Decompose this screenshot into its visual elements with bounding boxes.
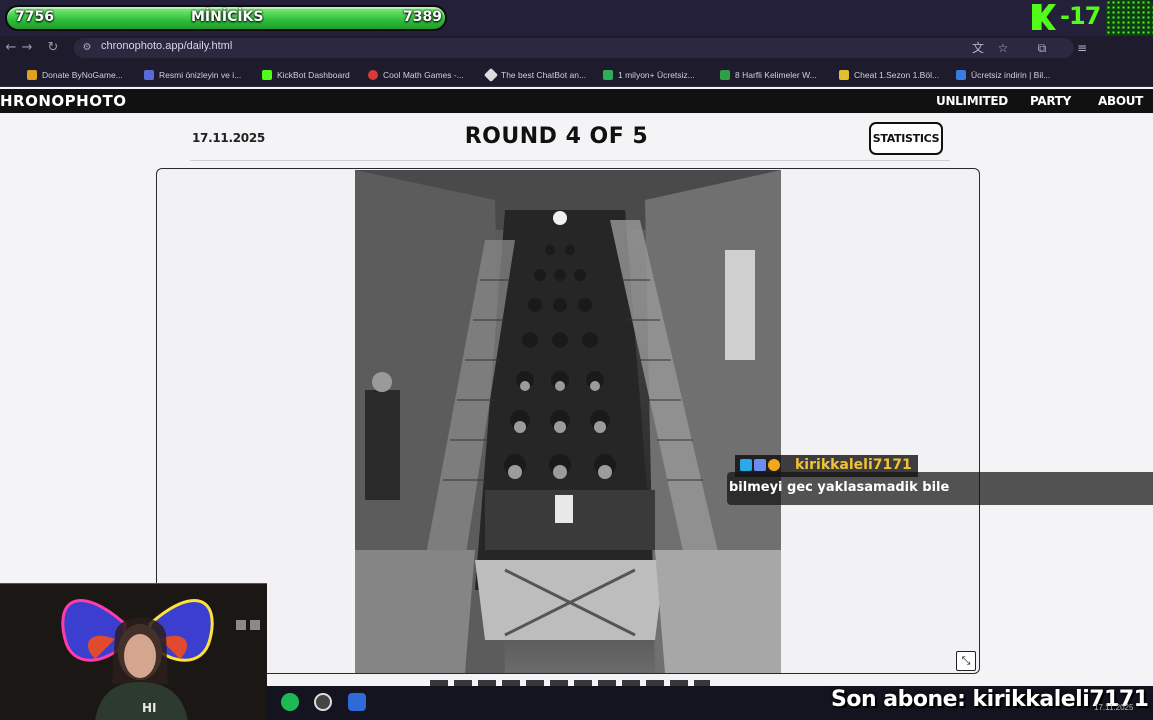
bookmark-item[interactable]: 1 milyon+ Ücretsiz... — [603, 68, 695, 82]
site-logo[interactable]: HRONOPHOTO — [0, 92, 126, 110]
divider — [190, 160, 950, 161]
forward-arrow-icon[interactable]: → — [18, 39, 36, 57]
streamer-camera: HI — [0, 584, 267, 720]
bookmark-item[interactable]: Cool Math Games -... — [368, 68, 464, 82]
media-icon[interactable]: ≡ — [1074, 40, 1090, 56]
url-text[interactable]: chronophoto.app/daily.html — [101, 40, 232, 52]
badge-icon — [754, 459, 766, 471]
bookmark-item[interactable]: Ücretsiz indirin | Bil... — [956, 68, 1050, 82]
svg-text:HI: HI — [142, 701, 157, 715]
bookmark-favicon-icon — [483, 67, 499, 83]
bookmark-item[interactable]: KickBot Dashboard — [262, 68, 350, 82]
extensions-icon[interactable]: ⧉ — [1034, 40, 1050, 56]
health-right-value: 7389 — [403, 9, 442, 25]
statistics-button[interactable]: STATISTICS — [869, 122, 943, 155]
bookmark-item[interactable]: Cheat 1.Sezon 1.Böl... — [839, 68, 939, 82]
reload-icon[interactable]: ↻ — [44, 39, 62, 57]
bookmark-item[interactable]: Donate ByNoGame... — [27, 68, 123, 82]
bookmark-favicon-icon — [368, 70, 378, 80]
bookmark-favicon-icon — [603, 70, 613, 80]
chat-badges — [740, 459, 780, 471]
bookmark-item[interactable]: 8 Harfli Kelimeler W... — [720, 68, 817, 82]
nav-about[interactable]: ABOUT — [1098, 94, 1143, 108]
round-title: ROUND 4 OF 5 — [464, 124, 649, 149]
bookmark-favicon-icon — [27, 70, 37, 80]
app-icon[interactable] — [348, 693, 366, 711]
chat-message: bilmeyi gec yaklasamadik bile — [729, 480, 950, 495]
mine-shaft-photo — [355, 170, 781, 673]
app-icon[interactable] — [314, 693, 332, 711]
spotify-icon[interactable] — [281, 693, 299, 711]
nav-party[interactable]: PARTY — [1030, 94, 1071, 108]
fullscreen-icon[interactable]: ⤡ — [956, 651, 976, 671]
bookmark-item[interactable]: Resmi önizleyin ve i... — [144, 68, 241, 82]
historical-photo — [355, 170, 781, 673]
site-info-icon[interactable]: ⚙ — [80, 41, 94, 55]
bookmark-favicon-icon — [144, 70, 154, 80]
chat-username: kirikkaleli7171 — [795, 457, 912, 473]
badge-icon — [740, 459, 752, 471]
badge-icon — [768, 459, 780, 471]
health-left-value: 7756 — [15, 9, 54, 25]
health-name: MİNİCİKS — [191, 9, 264, 25]
bookmark-favicon-icon — [262, 70, 272, 80]
kick-counter: -17 — [1060, 2, 1101, 30]
bookmark-star-icon[interactable]: ☆ — [995, 40, 1011, 56]
bookmark-favicon-icon — [839, 70, 849, 80]
translate-icon[interactable]: 文 — [970, 40, 986, 56]
tray-date: 17.11.2025 — [1094, 703, 1134, 712]
bookmark-favicon-icon — [956, 70, 966, 80]
webcam-feed: HI — [0, 583, 267, 720]
nav-unlimited[interactable]: UNLIMITED — [936, 94, 1008, 108]
bookmark-favicon-icon — [720, 70, 730, 80]
bookmark-item[interactable]: The best ChatBot an... — [483, 67, 586, 83]
